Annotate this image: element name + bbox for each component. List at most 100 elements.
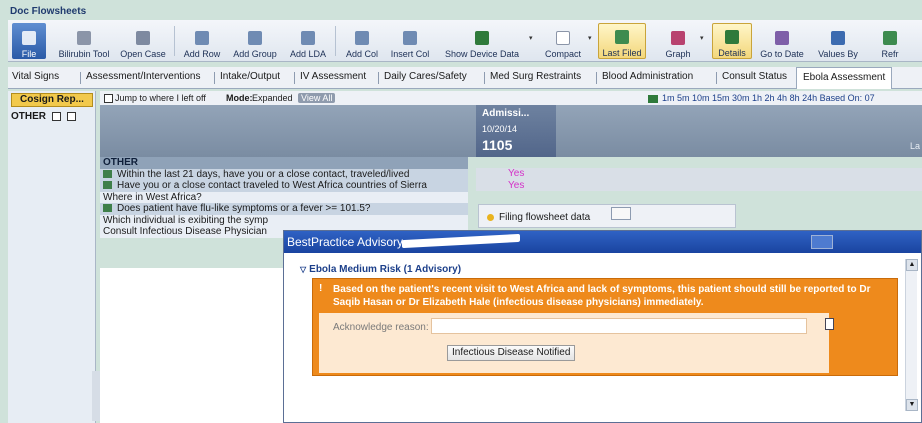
- tab-divider: [214, 72, 215, 84]
- graph-dropdown-arrow[interactable]: ▾: [700, 34, 704, 42]
- add-group-icon: [248, 31, 262, 45]
- grid-empty-area: [100, 268, 290, 423]
- flowsheet-tabs: Vital Signs Assessment/Interventions Int…: [8, 67, 922, 89]
- advisory-message: Based on the patient's recent visit to W…: [333, 284, 871, 308]
- cosign-report-button[interactable]: Cosign Rep...: [11, 93, 93, 107]
- tab-daily-cares-safety[interactable]: Daily Cares/Safety: [384, 71, 467, 82]
- row-icon: [103, 181, 112, 190]
- tab-blood-administration[interactable]: Blood Administration: [602, 71, 693, 82]
- column-header-band: Admissi... 10/20/14 1105 La: [100, 105, 922, 157]
- tab-ebola-assessment[interactable]: Ebola Assessment: [796, 67, 893, 89]
- add-group-button[interactable]: Add Group: [228, 23, 282, 59]
- advisory-item: ! Based on the patient's recent visit to…: [312, 278, 898, 376]
- scroll-down-arrow-icon[interactable]: ▼: [906, 399, 918, 411]
- tab-divider: [596, 72, 597, 84]
- last-filed-button[interactable]: Last Filed: [598, 23, 646, 59]
- monitor-icon: [648, 94, 658, 103]
- bilirubin-icon: [77, 31, 91, 45]
- tab-iv-assessment[interactable]: IV Assessment: [300, 71, 366, 82]
- section-other[interactable]: OTHER: [100, 157, 468, 169]
- refresh-button[interactable]: Refr: [870, 23, 910, 59]
- open-case-icon: [136, 31, 150, 45]
- calendar-icon: [775, 31, 789, 45]
- graph-button[interactable]: Graph: [660, 23, 696, 59]
- compact-icon: [556, 31, 570, 45]
- value-cells: Yes Yes: [476, 168, 922, 191]
- add-lda-button[interactable]: Add LDA: [286, 23, 330, 59]
- flowsheet-rows: OTHER Within the last 21 days, have you …: [100, 157, 468, 238]
- left-scrollbar[interactable]: [92, 371, 100, 421]
- open-case-button[interactable]: Open Case: [118, 23, 168, 59]
- infectious-disease-notified-button[interactable]: Infectious Disease Notified: [447, 345, 576, 361]
- file-icon: [22, 31, 36, 45]
- graph-icon: [671, 31, 685, 45]
- tab-vital-signs[interactable]: Vital Signs: [12, 71, 59, 82]
- values-by-icon: [831, 31, 845, 45]
- next-column-label: La: [909, 141, 920, 151]
- acknowledge-reason-label: Acknowledge reason:: [333, 322, 429, 333]
- row-icon: [103, 204, 112, 213]
- value-cell-west-africa[interactable]: Yes: [476, 179, 922, 191]
- toolbar: File Bilirubin Tool Open Case Add Row Ad…: [8, 20, 922, 62]
- add-lda-icon: [301, 31, 315, 45]
- scroll-up-arrow-icon[interactable]: ▲: [906, 259, 918, 271]
- row-west-africa-contact[interactable]: Have you or a close contact traveled to …: [100, 180, 468, 192]
- values-by-button[interactable]: Values By: [812, 23, 864, 59]
- tab-intake-output[interactable]: Intake/Output: [220, 71, 280, 82]
- add-col-button[interactable]: Add Col: [342, 23, 382, 59]
- add-row-button[interactable]: Add Row: [180, 23, 224, 59]
- mode-value[interactable]: Expanded: [252, 93, 293, 103]
- tab-med-surg-restraints[interactable]: Med Surg Restraints: [490, 71, 581, 82]
- grid-options-bar: Jump to where I left off Mode: Expanded …: [100, 91, 922, 105]
- bilirubin-tool-button[interactable]: Bilirubin Tool: [52, 23, 116, 59]
- bestpractice-advisory-dialog: BestPractice Advisory ▽ Ebola Medium Risk…: [283, 230, 922, 423]
- bookmark-icon: [104, 94, 113, 104]
- tab-assessment-interventions[interactable]: Assessment/Interventions: [86, 71, 201, 82]
- row-flu-symptoms[interactable]: Does patient have flu-like symptoms or a…: [100, 203, 468, 215]
- compact-button[interactable]: Compact: [540, 23, 586, 59]
- acknowledge-reason-input[interactable]: [431, 318, 807, 334]
- tab-consult-status[interactable]: Consult Status: [722, 71, 787, 82]
- compact-dropdown-arrow[interactable]: ▾: [588, 34, 592, 42]
- group-navigator: Cosign Rep... OTHER: [8, 91, 100, 423]
- warning-icon: !: [319, 283, 323, 294]
- book-icon[interactable]: [51, 111, 61, 121]
- view-all-button[interactable]: View All: [298, 93, 336, 103]
- device-icon: [475, 31, 489, 45]
- file-button[interactable]: File: [12, 23, 46, 59]
- last-filed-icon: [615, 30, 629, 44]
- advisory-group-header[interactable]: ▽ Ebola Medium Risk (1 Advisory): [300, 264, 461, 275]
- device-dropdown-arrow[interactable]: ▾: [529, 34, 533, 42]
- row-where-west-africa[interactable]: Where in West Africa?: [100, 191, 468, 203]
- admission-column-header[interactable]: Admissi... 10/20/14 1105: [476, 105, 556, 157]
- go-to-date-button[interactable]: Go to Date: [756, 23, 808, 59]
- row-travel-21-days[interactable]: Within the last 21 days, have you or a c…: [100, 168, 468, 180]
- tab-divider: [80, 72, 81, 84]
- show-device-data-button[interactable]: Show Device Data: [438, 23, 526, 59]
- nav-group-other[interactable]: OTHER: [11, 111, 76, 122]
- acknowledge-panel: Acknowledge reason: Infectious Disease N…: [319, 313, 834, 373]
- details-icon: [725, 30, 739, 44]
- jump-to-last-link[interactable]: Jump to where I left off: [104, 93, 206, 104]
- insert-col-button[interactable]: Insert Col: [386, 23, 434, 59]
- refresh-icon: [883, 31, 897, 45]
- filing-button[interactable]: [611, 207, 631, 220]
- window-title: Doc Flowsheets: [10, 6, 87, 17]
- insert-col-icon: [403, 31, 417, 45]
- row-which-individual[interactable]: Which individual is exibiting the symp: [100, 214, 468, 226]
- restore-button[interactable]: [811, 235, 833, 249]
- redaction-mark: [402, 233, 520, 249]
- tab-divider: [716, 72, 717, 84]
- dialog-scrollbar[interactable]: ▲ ▼: [905, 259, 918, 411]
- checkbox[interactable]: [66, 111, 76, 121]
- mode-label: Mode:: [226, 93, 253, 103]
- spinner-icon: [487, 214, 494, 221]
- filing-status: Filing flowsheet data: [478, 204, 736, 228]
- time-scale-selector[interactable]: 1m 5m 10m 15m 30m 1h 2h 4h 8h 24h Based …: [648, 93, 875, 103]
- toolbar-separator: [174, 26, 175, 56]
- tab-divider: [484, 72, 485, 84]
- value-cell-travel[interactable]: Yes: [476, 168, 922, 180]
- tab-divider: [294, 72, 295, 84]
- details-button[interactable]: Details: [712, 23, 752, 59]
- comment-document-icon[interactable]: [825, 318, 834, 330]
